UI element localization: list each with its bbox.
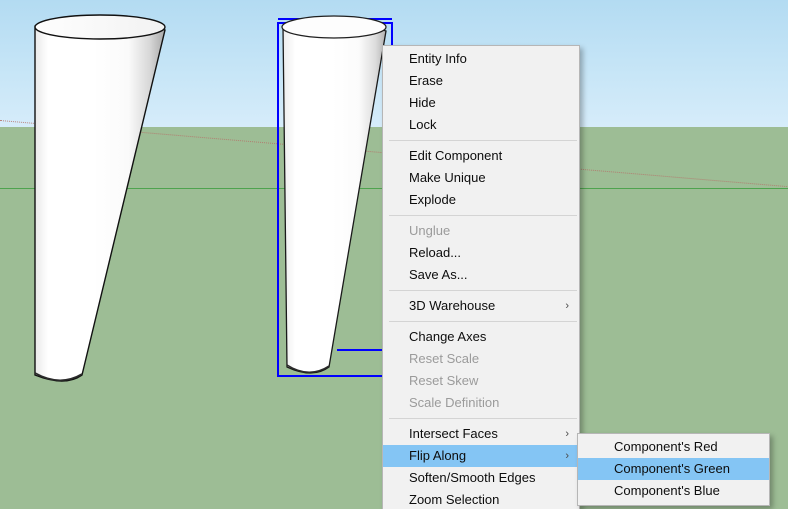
sketchup-window: Entity Info Erase Hide Lock Edit Component Ma… [0,0,788,509]
menu-item-change-axes[interactable]: Change Axes [383,326,579,348]
menu-item-label: Edit Component [409,148,503,163]
menu-separator [389,215,577,216]
menu-item-label: Component's Blue [614,483,720,498]
menu-item-label: Make Unique [409,170,486,185]
menu-item-edit-component[interactable]: Edit Component [383,145,579,167]
menu-item-soften-smooth-edges[interactable]: Soften/Smooth Edges [383,467,579,489]
menu-item-label: Unglue [409,223,451,238]
chevron-right-icon: › [565,450,569,462]
menu-item-lock[interactable]: Lock [383,114,579,136]
submenu-item-component-s-red[interactable]: Component's Red [578,436,769,458]
component-context-menu[interactable]: Entity Info Erase Hide Lock Edit Component Ma… [382,45,580,509]
menu-item-label: 3D Warehouse [409,298,496,313]
menu-item-label: Scale Definition [409,395,500,410]
menu-item-reload[interactable]: Reload... [383,242,579,264]
menu-item-label: Component's Green [614,461,730,476]
menu-item-reset-skew: Reset Skew [383,370,579,392]
menu-item-label: Reset Scale [409,351,480,366]
menu-item-hide[interactable]: Hide [383,92,579,114]
menu-item-label: Soften/Smooth Edges [409,470,536,485]
menu-item-make-unique[interactable]: Make Unique [383,167,579,189]
menu-item-flip-along[interactable]: Flip Along › [383,445,579,467]
menu-item-erase[interactable]: Erase [383,70,579,92]
menu-separator [389,321,577,322]
menu-item-label: Lock [409,117,437,132]
menu-separator [389,418,577,419]
menu-separator [389,140,577,141]
menu-item-zoom-selection[interactable]: Zoom Selection [383,489,579,509]
chevron-right-icon: › [565,428,569,440]
menu-item-label: Zoom Selection [409,492,500,507]
menu-item-3d-warehouse[interactable]: 3D Warehouse › [383,295,579,317]
menu-item-label: Hide [409,95,436,110]
menu-item-label: Change Axes [409,329,487,344]
flip-along-submenu[interactable]: Component's Red Component's Green Componen… [577,433,770,506]
menu-separator [389,290,577,291]
menu-item-label: Flip Along [409,448,467,463]
submenu-item-component-s-blue[interactable]: Component's Blue [578,480,769,502]
menu-item-label: Intersect Faces [409,426,498,441]
chevron-right-icon: › [565,300,569,312]
menu-item-label: Reset Skew [409,373,479,388]
menu-item-reset-scale: Reset Scale [383,348,579,370]
menu-item-scale-definition: Scale Definition [383,392,579,414]
menu-item-label: Entity Info [409,51,467,66]
menu-item-explode[interactable]: Explode [383,189,579,211]
submenu-item-component-s-green[interactable]: Component's Green [578,458,769,480]
menu-item-intersect-faces[interactable]: Intersect Faces › [383,423,579,445]
menu-item-save-as[interactable]: Save As... [383,264,579,286]
menu-item-label: Explode [409,192,456,207]
cone-unselected[interactable] [10,5,190,395]
menu-item-label: Component's Red [614,439,718,454]
menu-item-label: Erase [409,73,443,88]
menu-item-label: Reload... [409,245,462,260]
menu-item-unglue: Unglue [383,220,579,242]
menu-item-label: Save As... [409,267,468,282]
menu-item-entity-info[interactable]: Entity Info [383,48,579,70]
